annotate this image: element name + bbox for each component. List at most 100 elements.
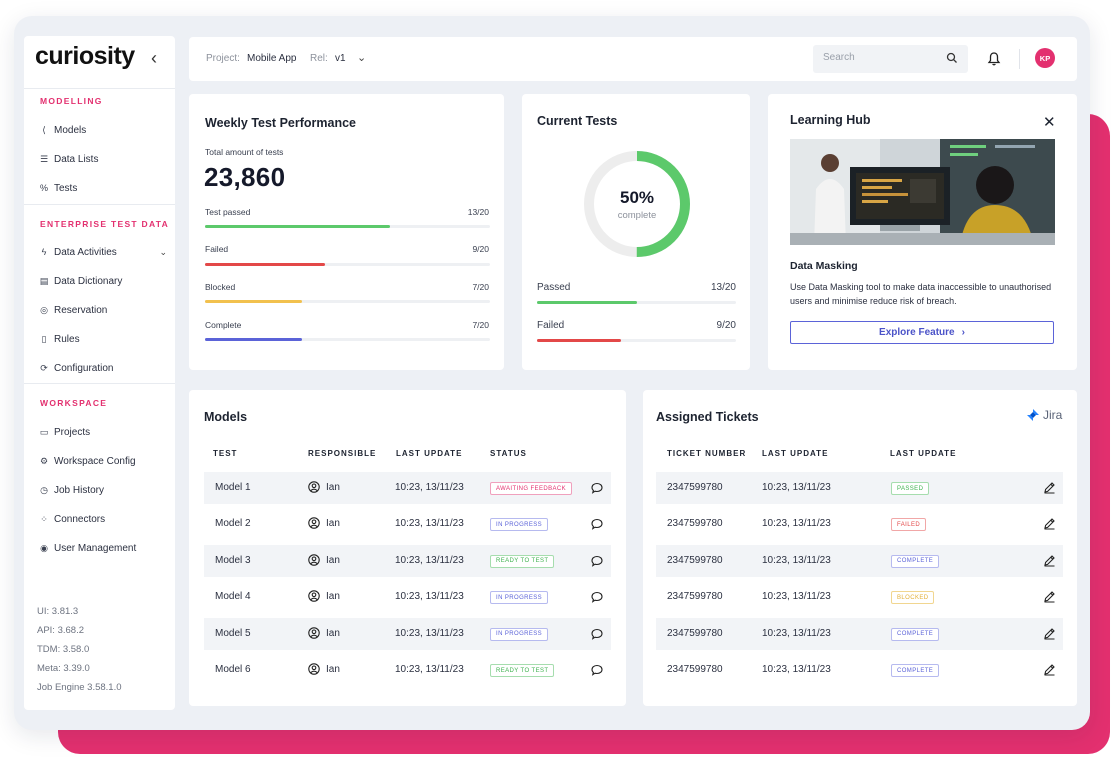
release-selector[interactable]: v1 [335,53,346,64]
comment-icon[interactable] [591,591,603,604]
sidebar-item-configuration[interactable]: ⟳ Configuration [39,360,169,376]
last-update: 10:23, 13/11/23 [762,627,831,639]
status-badge: PASSED [891,482,930,495]
edit-icon[interactable] [1043,481,1056,494]
bar-count: 13/20 [467,207,489,217]
comment-icon[interactable] [591,628,603,640]
edit-icon[interactable] [1043,627,1056,640]
comment-icon[interactable] [591,518,603,531]
table-row[interactable]: 2347599780 10:23, 13/11/23 FAILED [656,508,1063,540]
table-row[interactable]: Model 5 Ian 10:23, 13/11/23 IN PROGRESS [204,617,611,650]
close-icon[interactable]: ✕ [1043,113,1056,131]
bar-label: Test passed [205,207,251,217]
sidebar-item-projects[interactable]: ▭ Projects [39,424,169,440]
curiosity-logo: curiosity [35,42,135,70]
progress-fill [205,338,302,341]
sidebar-item-user-management[interactable]: ◉ User Management [39,540,169,556]
bar-label: Failed [537,320,565,331]
table-row[interactable]: 2347599780 10:23, 13/11/23 COMPLETE [656,654,1063,686]
edit-icon[interactable] [1043,590,1056,603]
project-selector[interactable]: Mobile App [247,53,296,64]
table-row[interactable]: Model 3 Ian 10:23, 13/11/23 READY TO TEST [204,544,611,577]
sidebar-item-data-lists[interactable]: ☰ Data Lists [39,151,169,167]
responsible-name: Ian [326,664,340,675]
version-tdm: TDM: 3.58.0 [37,644,90,655]
last-update: 10:23, 13/11/23 [762,554,831,566]
bar-count: 9/20 [472,244,489,254]
bar-label: Complete [205,320,242,330]
model-name: Model 2 [215,518,251,530]
top-bar: Project: Mobile App Rel: v1 ⌄ KP [189,37,1077,81]
table-row[interactable]: 2347599780 10:23, 13/11/23 COMPLETE [656,544,1063,577]
feature-heading: Data Masking [790,260,858,272]
column-header: LAST UPDATE [890,449,957,458]
table-row[interactable]: Model 1 Ian 10:23, 13/11/23 AWAITING FEEDBA… [204,472,611,504]
model-name: Model 3 [215,554,251,566]
responsible-name: Ian [326,627,340,639]
edit-icon[interactable] [1043,517,1056,530]
edit-icon[interactable] [1043,663,1056,676]
models-card: Models TEST RESPONSIBLE LAST UPDATE STAT… [189,390,626,706]
table-row[interactable]: 2347599780 10:23, 13/11/23 COMPLETE [656,617,1063,650]
last-update: 10:23, 13/11/23 [395,482,464,493]
status-badge: IN PROGRESS [490,627,549,641]
sidebar-item-workspace-config[interactable]: ⚙ Workspace Config [39,453,169,469]
explore-feature-button[interactable]: Explore Feature › [790,321,1054,344]
sidebar-item-models[interactable]: ⟨ Models [39,122,169,138]
version-job-engine: Job Engine 3.58.1.0 [37,682,122,693]
card-title: Weekly Test Performance [205,116,356,130]
sidebar-item-job-history[interactable]: ◷ Job History [39,482,169,498]
sidebar-item-reservation[interactable]: ◎ Reservation [39,302,169,318]
book-icon: ▤ [39,275,49,286]
weekly-test-performance-card: Weekly Test Performance Total amount of … [189,94,504,370]
search-icon[interactable] [946,52,958,64]
user-icon [308,626,320,639]
user-icon [308,590,320,602]
sidebar-item-connectors[interactable]: ⁘ Connectors [39,511,169,527]
last-update: 10:23, 13/11/23 [395,664,464,675]
last-update: 10:23, 13/11/23 [762,518,831,530]
table-row[interactable]: Model 4 Ian 10:23, 13/11/23 IN PROGRESS [204,581,611,613]
sidebar-item-rules[interactable]: ▯ Rules [39,331,169,347]
sidebar-item-label: Connectors [54,513,106,525]
bar-count: 13/20 [710,282,736,293]
chevron-right-icon: › [961,327,965,338]
last-update: 10:23, 13/11/23 [395,554,464,566]
chevron-down-icon[interactable]: ⌄ [357,51,366,64]
version-list: UI: 3.81.3 API: 3.68.2 TDM: 3.58.0 Meta:… [37,606,122,701]
table-row[interactable]: Model 2 Ian 10:23, 13/11/23 IN PROGRESS [204,508,611,540]
status-badge: BLOCKED [891,591,935,605]
table-row[interactable]: 2347599780 10:23, 13/11/23 BLOCKED [656,581,1063,613]
status-badge: READY TO TEST [490,554,555,568]
jira-logo: Jira [1026,408,1062,422]
version-ui: UI: 3.81.3 [37,606,79,617]
sidebar-item-data-dictionary[interactable]: ▤ Data Dictionary [39,273,169,289]
sidebar-item-label: Job History [54,484,105,496]
status-badge: FAILED [891,518,927,532]
comment-icon[interactable] [591,482,603,494]
bar-label: Blocked [205,282,236,292]
completion-label: complete [617,210,657,221]
sidebar-item-data-activities[interactable]: ϟ Data Activities ⌄ [39,244,169,260]
search-input[interactable] [823,52,933,63]
sidebar-item-label: Data Activities [54,246,117,258]
progress-track [537,301,736,304]
column-header: RESPONSIBLE [308,449,377,458]
table-row[interactable]: 2347599780 10:23, 13/11/23 PASSED [656,472,1063,504]
comment-icon[interactable] [591,664,603,676]
table-row[interactable]: Model 6 Ian 10:23, 13/11/23 READY TO TEST [204,654,611,686]
ticket-number: 2347599780 [667,482,723,493]
bell-icon[interactable] [987,51,1001,67]
status-badge: COMPLETE [891,554,940,568]
avatar[interactable]: KP [1035,48,1055,68]
version-meta: Meta: 3.39.0 [37,663,90,674]
edit-icon[interactable] [1043,554,1056,567]
collapse-sidebar-icon[interactable]: ‹ [151,48,157,69]
card-title: Current Tests [537,114,618,128]
model-name: Model 1 [215,482,251,493]
sidebar-item-label: Configuration [54,362,114,374]
ticket-number: 2347599780 [667,664,723,675]
sidebar-item-tests[interactable]: % Tests [39,180,169,196]
current-tests-card: Current Tests 50% complete Passed 13/20 … [522,94,750,370]
comment-icon[interactable] [591,555,603,567]
